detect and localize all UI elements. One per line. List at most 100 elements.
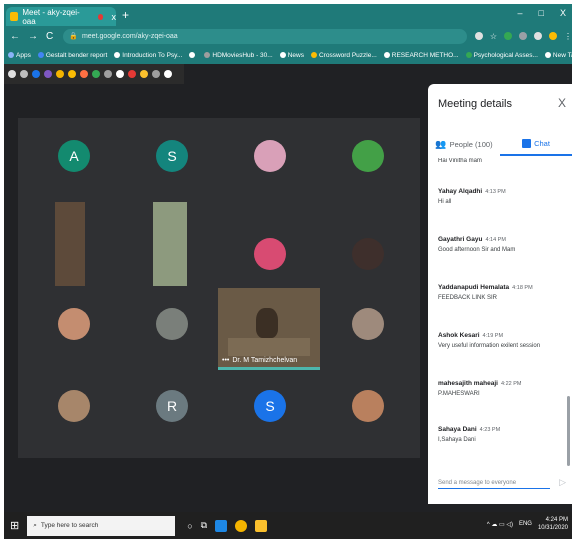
participant-avatar[interactable]: S [254, 390, 286, 422]
participant-photo[interactable] [58, 390, 90, 422]
participant-avatar[interactable]: A [58, 140, 90, 172]
participant-photo[interactable] [352, 390, 384, 422]
chat-message: Hai Vinitha mam [438, 158, 562, 164]
panel-close-button[interactable]: X [558, 96, 566, 110]
extension-icon[interactable] [140, 70, 148, 78]
extension-icon[interactable] [128, 70, 136, 78]
reload-button[interactable]: C [46, 31, 53, 42]
message-time: 4:13 PM [485, 189, 506, 195]
featured-speaker-tile[interactable]: ••• Dr. M Tamizhchelvan [218, 288, 320, 370]
tray-icons[interactable]: ^ ☁ ▭ ◁) [487, 521, 513, 528]
extension-icon[interactable] [32, 70, 40, 78]
language-indicator[interactable]: ENG [519, 521, 532, 527]
extension-icon[interactable] [104, 70, 112, 78]
participant-photo[interactable] [352, 238, 384, 270]
tab-close-button[interactable]: x [111, 12, 116, 22]
taskbar-search[interactable]: ⌕ Type here to search [27, 515, 176, 536]
extension-icon[interactable] [56, 70, 64, 78]
participant-photo[interactable] [254, 238, 286, 270]
message-time: 4:14 PM [485, 237, 506, 243]
send-button[interactable]: ▷ [559, 477, 566, 488]
extension-icon[interactable] [80, 70, 88, 78]
message-time: 4:19 PM [482, 333, 504, 339]
bookmarks-bar: Apps Gestalt bender report Introduction To… [4, 46, 572, 64]
participant-photo[interactable] [352, 308, 384, 340]
extension-icon[interactable] [116, 70, 124, 78]
meeting-details-panel: Meeting details X 👥 People (100) Chat Ha… [428, 84, 572, 504]
message-time: 4:18 PM [512, 285, 533, 291]
extension-icon[interactable] [44, 70, 52, 78]
tab-chat[interactable]: Chat [500, 132, 572, 156]
message-text: Good afternoon Sir and Mam [438, 247, 516, 253]
bookmark-item[interactable]: Introduction To Psy... [114, 52, 182, 59]
more-options-icon[interactable]: ••• [222, 357, 229, 364]
participant-photo[interactable] [58, 308, 90, 340]
extension-icon[interactable] [152, 70, 160, 78]
extension-toolbar [4, 64, 184, 84]
participant-avatar[interactable]: S [156, 140, 188, 172]
bookmark-label: RESEARCH METHO... [391, 51, 459, 59]
tab-people[interactable]: 👥 People (100) [428, 132, 500, 156]
extension-icon[interactable] [68, 70, 76, 78]
bookmark-item[interactable]: Psychological Asses... [465, 52, 538, 59]
extension-icon[interactable] [164, 70, 172, 78]
lock-icon: 🔒 [69, 33, 78, 40]
task-view-icon[interactable]: ⧉ [201, 520, 207, 531]
back-button[interactable]: ← [10, 31, 20, 42]
menu-icon[interactable]: ⋮ [564, 32, 572, 41]
participant-photo[interactable] [156, 308, 188, 340]
participant-photo[interactable] [352, 140, 384, 172]
cortana-icon[interactable]: ○ [187, 521, 192, 531]
bookmark-item[interactable]: RESEARCH METHO... [383, 51, 459, 59]
system-tray: ^ ☁ ▭ ◁) ENG 4:24 PM 10/31/2020 [487, 516, 568, 532]
extension-icon[interactable] [20, 70, 28, 78]
extension-gray-icon[interactable] [519, 32, 527, 40]
new-tab-button[interactable]: + [122, 8, 129, 22]
bookmark-item[interactable] [189, 52, 197, 58]
bookmark-label: New Tab [552, 51, 572, 59]
url-field[interactable]: 🔒 meet.google.com/aky-zqei-oaa [63, 28, 467, 44]
bookmark-item[interactable]: Apps [8, 52, 31, 59]
clock[interactable]: 4:24 PM 10/31/2020 [538, 516, 568, 532]
extension-green-icon[interactable] [504, 32, 512, 40]
extension-icon[interactable] [92, 70, 100, 78]
bookmark-item[interactable]: News [279, 51, 304, 59]
meet-tab[interactable]: Meet - aky-zqei-oaa x [6, 7, 116, 26]
bookmark-item[interactable]: Gestalt bender report [37, 52, 107, 59]
search-placeholder: Type here to search [40, 522, 99, 529]
url-text: meet.google.com/aky-zqei-oaa [81, 32, 178, 40]
message-sender: Yaddanapudi Hemalata [438, 284, 510, 291]
profile-avatar[interactable] [549, 32, 557, 40]
message-sender: Gayathri Gayu [438, 236, 483, 243]
bookmark-label: News [287, 51, 304, 59]
chat-message: mahesajith maheaji 4:22 PM P.MAHESWARI [438, 380, 562, 397]
participant-photo[interactable] [254, 140, 286, 172]
message-header: Ashok Kesari 4:19 PM [438, 332, 562, 339]
start-button[interactable]: ⊞ [10, 519, 19, 532]
puzzle-icon[interactable] [534, 32, 542, 40]
camera-icon[interactable] [474, 32, 483, 40]
bookmark-favicon-icon [279, 52, 286, 58]
participant-avatar[interactable]: R [156, 390, 188, 422]
minimize-button[interactable]: – [518, 8, 523, 18]
forward-button[interactable]: → [28, 31, 38, 42]
edge-icon[interactable] [215, 519, 228, 532]
avatar-initial: S [167, 148, 177, 164]
participant-video[interactable] [55, 202, 85, 286]
bookmark-item[interactable]: HDMoviesHub - 30... [204, 52, 273, 59]
file-explorer-icon[interactable] [255, 519, 268, 532]
bookmark-item[interactable]: New Tab [544, 51, 572, 59]
extension-icon[interactable] [8, 70, 16, 78]
tab-strip: Meet - aky-zqei-oaa x + – □ X [4, 4, 572, 26]
maximize-button[interactable]: □ [539, 8, 544, 18]
tab-people-label: People (100) [449, 139, 493, 149]
participant-video[interactable] [153, 202, 187, 286]
chat-scrollbar[interactable] [567, 396, 570, 466]
close-window-button[interactable]: X [560, 8, 566, 18]
chat-input[interactable]: Send a message to everyone [438, 480, 550, 489]
bookmark-item[interactable]: Crossword Puzzle... [310, 52, 377, 59]
star-icon[interactable]: ☆ [490, 32, 497, 41]
chrome-icon[interactable] [235, 519, 248, 532]
tab-chat-label: Chat [534, 138, 550, 148]
chat-messages[interactable]: Hai Vinitha mam Yahay Alqadhi 4:13 PM Hi al… [428, 158, 572, 470]
